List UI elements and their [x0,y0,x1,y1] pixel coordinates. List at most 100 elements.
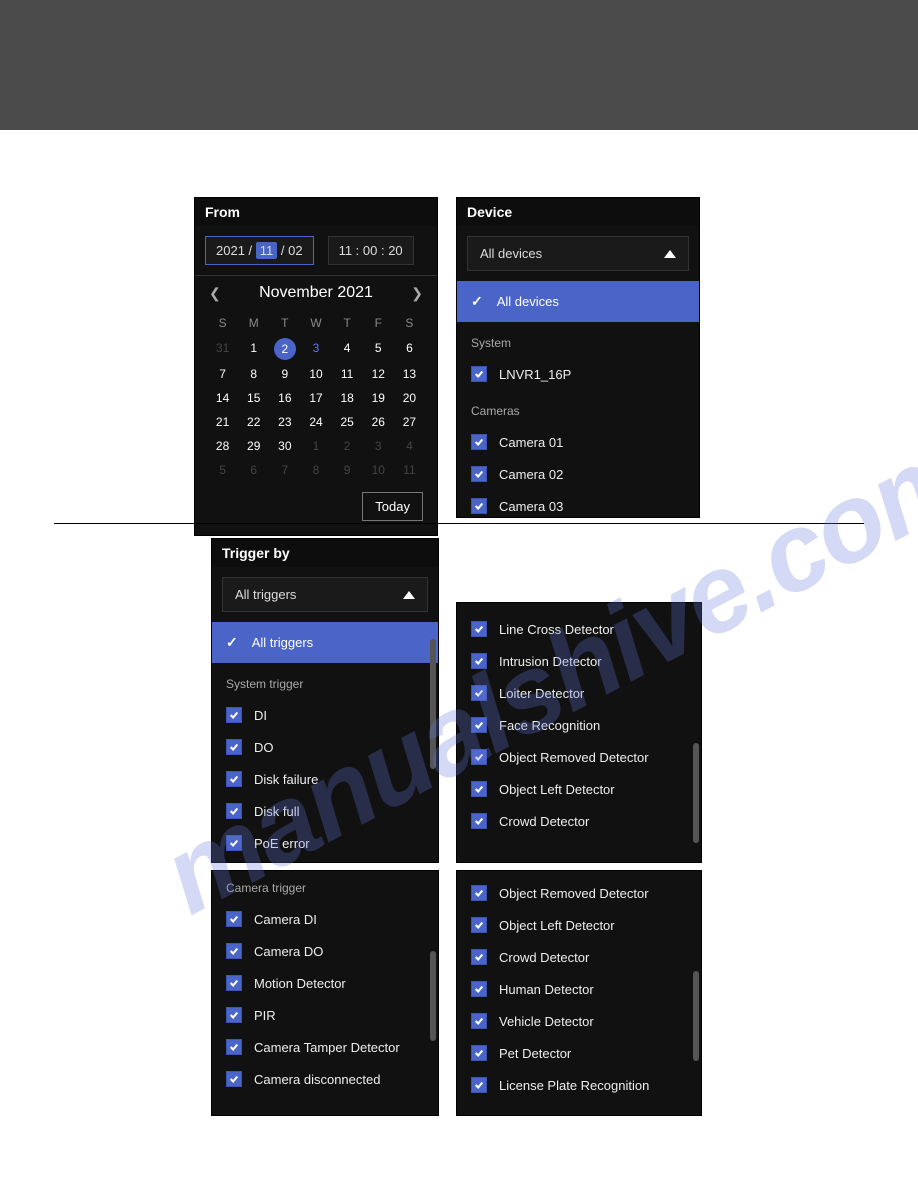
trigger-detector-item[interactable]: Line Cross Detector [457,613,701,645]
trigger-dropdown[interactable]: All triggers [222,577,428,612]
calendar-day[interactable]: 14 [207,388,238,408]
trigger-camera-label: Camera DI [254,912,317,927]
calendar-day[interactable]: 25 [332,412,363,432]
checkbox-icon [226,739,242,755]
calendar-day[interactable]: 27 [394,412,425,432]
checkbox-icon [471,498,487,514]
calendar-day[interactable]: 11 [332,364,363,384]
trigger-system-label: Disk failure [254,772,318,787]
calendar-day[interactable]: 23 [269,412,300,432]
trigger-camera-item[interactable]: Motion Detector [212,967,438,999]
trigger-camera-item[interactable]: Camera disconnected [212,1063,438,1095]
divider [54,523,864,524]
trigger-detector-item[interactable]: Crowd Detector [457,941,701,973]
calendar-day[interactable]: 20 [394,388,425,408]
checkbox-icon [226,943,242,959]
calendar-day: 1 [300,436,331,456]
scrollbar[interactable] [430,951,436,1041]
today-button[interactable]: Today [362,492,423,521]
trigger-detector-item[interactable]: Human Detector [457,973,701,1005]
device-camera-item[interactable]: Camera 03 [457,490,699,522]
calendar-day[interactable]: 15 [238,388,269,408]
trigger-system-label: DI [254,708,267,723]
trigger-camera-item[interactable]: Camera DO [212,935,438,967]
calendar-title: November 2021 [259,284,373,302]
calendar-day[interactable]: 12 [363,364,394,384]
calendar-dow: S [207,312,238,334]
calendar-day[interactable]: 17 [300,388,331,408]
trigger-col2: Line Cross DetectorIntrusion Detector Loi… [456,602,702,863]
trigger-detector-item[interactable]: Object Left Detector [457,773,701,805]
trigger-detector-item[interactable]: License Plate Recognition [457,1069,701,1101]
trigger-detector-label: License Plate Recognition [499,1078,649,1093]
scrollbar[interactable] [430,639,436,769]
date-input[interactable]: 2021 / 11 / 02 [205,236,314,265]
trigger-all-option[interactable]: ✓ All triggers [212,622,438,663]
checkbox-icon [471,781,487,797]
scrollbar[interactable] [693,743,699,843]
calendar-day[interactable]: 24 [300,412,331,432]
trigger-camera-item[interactable]: Camera DI [212,903,438,935]
trigger-detector-item[interactable]: Object Left Detector [457,909,701,941]
trigger-system-item[interactable]: DO [212,731,438,763]
calendar-day[interactable]: 13 [394,364,425,384]
checkbox-icon [226,835,242,851]
calendar-day[interactable]: 18 [332,388,363,408]
calendar-day[interactable]: 16 [269,388,300,408]
calendar-day[interactable]: 19 [363,388,394,408]
calendar-day[interactable]: 8 [238,364,269,384]
device-camera-item[interactable]: Camera 01 [457,426,699,458]
trigger-detector-item[interactable]: Face Recognition [457,709,701,741]
trigger-detector-item[interactable]: Object Removed Detector [457,877,701,909]
from-panel: From 2021 / 11 / 02 11 : 00 : 20 ❮ Novem… [194,197,438,536]
trigger-detector-item[interactable]: Pet Detector [457,1037,701,1069]
calendar-day[interactable]: 10 [300,364,331,384]
trigger-detector-label: Loiter Detector [499,686,584,701]
trigger-system-item[interactable]: DI [212,699,438,731]
device-all-option[interactable]: ✓ All devices [457,281,699,322]
calendar-day[interactable]: 21 [207,412,238,432]
calendar-dow: T [332,312,363,334]
calendar-day[interactable]: 4 [332,338,363,360]
device-system-item[interactable]: LNVR1_16P [457,358,699,390]
calendar-day[interactable]: 2 [274,338,296,360]
calendar-day[interactable]: 5 [363,338,394,360]
calendar-day: 4 [394,436,425,456]
calendar-day[interactable]: 3 [300,338,331,360]
trigger-detector-item[interactable]: Vehicle Detector [457,1005,701,1037]
calendar-day[interactable]: 7 [207,364,238,384]
trigger-system-item[interactable]: Disk full [212,795,438,827]
calendar-day[interactable]: 9 [269,364,300,384]
checkbox-icon [471,366,487,382]
scrollbar[interactable] [693,971,699,1061]
trigger-camera-item[interactable]: PIR [212,999,438,1031]
trigger-detector-item[interactable]: Loiter Detector [457,677,701,709]
prev-month-icon[interactable]: ❮ [209,285,221,302]
calendar-day: 10 [363,460,394,480]
check-icon: ✓ [226,634,238,651]
trigger-system-item[interactable]: Disk failure [212,763,438,795]
checkbox-icon [226,771,242,787]
trigger-camera-item[interactable]: Camera Tamper Detector [212,1031,438,1063]
calendar-day[interactable]: 29 [238,436,269,456]
trigger-detector-item[interactable]: Intrusion Detector [457,645,701,677]
checkbox-icon [471,1045,487,1061]
time-input[interactable]: 11 : 00 : 20 [328,236,414,265]
trigger-detector-item[interactable]: Crowd Detector [457,805,701,837]
calendar-day[interactable]: 6 [394,338,425,360]
trigger-detector-item[interactable]: Object Removed Detector [457,741,701,773]
device-dropdown[interactable]: All devices [467,236,689,271]
trigger-system-item[interactable]: PoE error [212,827,438,859]
trigger-detector-label: Object Removed Detector [499,886,649,901]
device-camera-item[interactable]: Camera 02 [457,458,699,490]
calendar-day[interactable]: 1 [238,338,269,360]
checkbox-icon [471,685,487,701]
checkbox-icon [226,707,242,723]
calendar-day[interactable]: 26 [363,412,394,432]
trigger-title: Trigger by [212,539,438,567]
calendar-day: 9 [332,460,363,480]
calendar-day[interactable]: 22 [238,412,269,432]
next-month-icon[interactable]: ❯ [411,285,423,302]
calendar-day[interactable]: 28 [207,436,238,456]
calendar-day[interactable]: 30 [269,436,300,456]
